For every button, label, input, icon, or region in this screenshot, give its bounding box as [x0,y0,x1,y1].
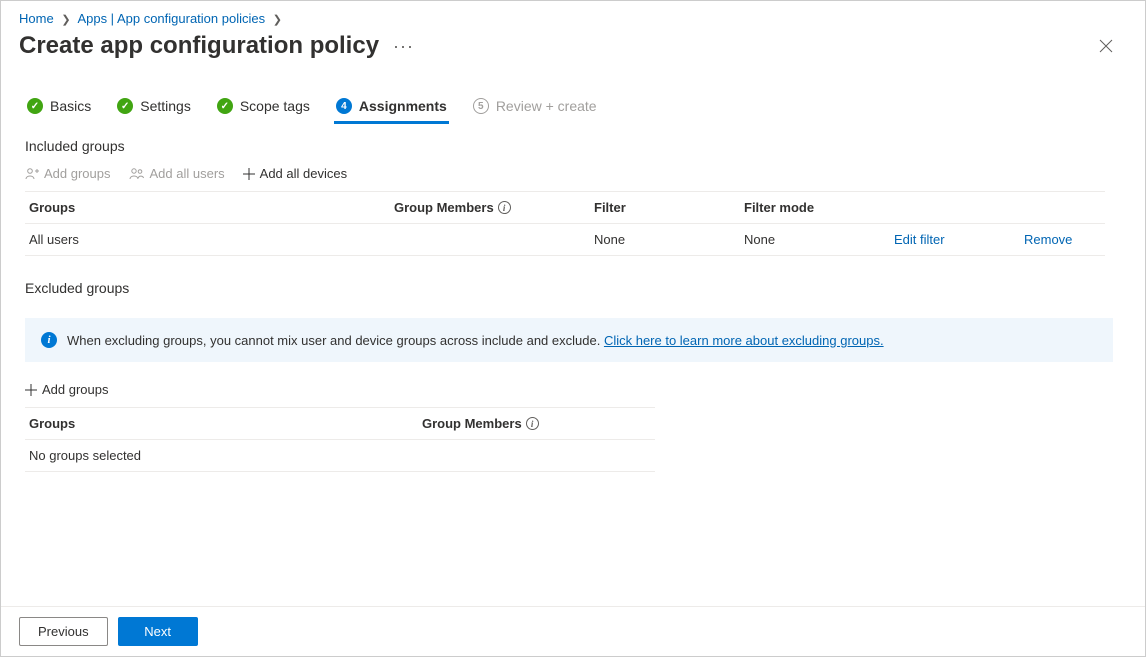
button-label: Add all devices [260,166,347,181]
crumb-apps[interactable]: Apps | App configuration policies [77,11,265,26]
col-groups: Groups [29,416,422,431]
tab-review-create: 5 Review + create [471,92,599,124]
chevron-right-icon: ❯ [61,13,70,26]
edit-filter-link[interactable]: Edit filter [894,232,945,247]
tab-settings[interactable]: ✓ Settings [115,92,193,124]
included-groups-heading: Included groups [25,138,1121,154]
breadcrumb: Home ❯ Apps | App configuration policies… [1,1,1145,30]
add-groups-button[interactable]: Add groups [25,382,109,397]
plus-icon [243,168,255,180]
add-all-devices-button[interactable]: Add all devices [243,166,347,181]
add-groups-button[interactable]: Add groups [25,166,111,181]
chevron-right-icon: ❯ [273,13,282,26]
crumb-home[interactable]: Home [19,11,54,26]
wizard-tabs: ✓ Basics ✓ Settings ✓ Scope tags 4 Assig… [25,92,1121,124]
step-number-icon: 5 [473,98,489,114]
remove-link[interactable]: Remove [1024,232,1072,247]
info-icon[interactable]: i [526,417,539,430]
table-row: All users None None Edit filter Remove [25,224,1105,256]
close-button[interactable] [1093,33,1119,59]
cell-filter: None [594,232,744,247]
info-icon: i [41,332,57,348]
page-header: Create app configuration policy ··· [1,30,1145,66]
info-link[interactable]: Click here to learn more about excluding… [604,333,884,348]
col-filter: Filter [594,200,744,215]
tab-label: Scope tags [240,98,310,114]
table-header: Groups Group Members i Filter Filter mod… [25,191,1105,224]
empty-message: No groups selected [29,448,141,463]
cell-filter-mode: None [744,232,894,247]
excluded-toolbar: Add groups [25,382,1121,397]
col-members: Group Members i [422,416,622,431]
table-header: Groups Group Members i [25,407,655,440]
check-icon: ✓ [27,98,43,114]
tab-scope-tags[interactable]: ✓ Scope tags [215,92,312,124]
check-icon: ✓ [117,98,133,114]
info-text: When excluding groups, you cannot mix us… [67,333,604,348]
previous-button[interactable]: Previous [19,617,108,646]
people-icon [129,167,145,181]
close-icon [1099,39,1113,53]
plus-icon [25,384,37,396]
next-button[interactable]: Next [118,617,198,646]
included-toolbar: Add groups Add all users Add all devices [25,166,1121,181]
excluded-groups-heading: Excluded groups [25,280,1121,296]
add-all-users-button[interactable]: Add all users [129,166,225,181]
step-number-icon: 4 [336,98,352,114]
table-row-empty: No groups selected [25,440,655,472]
col-filter-mode: Filter mode [744,200,894,215]
button-label: Add groups [42,382,109,397]
tab-label: Basics [50,98,91,114]
included-groups-table: Groups Group Members i Filter Filter mod… [25,191,1105,256]
col-members: Group Members i [394,200,594,215]
tab-label: Settings [140,98,191,114]
tab-label: Assignments [359,98,447,114]
wizard-footer: Previous Next [1,606,1145,656]
info-banner: i When excluding groups, you cannot mix … [25,318,1113,362]
more-actions-button[interactable]: ··· [393,36,414,57]
button-label: Add groups [44,166,111,181]
button-label: Add all users [150,166,225,181]
person-add-icon [25,167,39,181]
col-groups: Groups [29,200,394,215]
excluded-groups-table: Groups Group Members i No groups selecte… [25,407,655,472]
check-icon: ✓ [217,98,233,114]
cell-groups: All users [29,232,394,247]
tab-label: Review + create [496,98,597,114]
tab-basics[interactable]: ✓ Basics [25,92,93,124]
info-icon[interactable]: i [498,201,511,214]
page-title: Create app configuration policy [19,32,379,60]
tab-assignments[interactable]: 4 Assignments [334,92,449,124]
